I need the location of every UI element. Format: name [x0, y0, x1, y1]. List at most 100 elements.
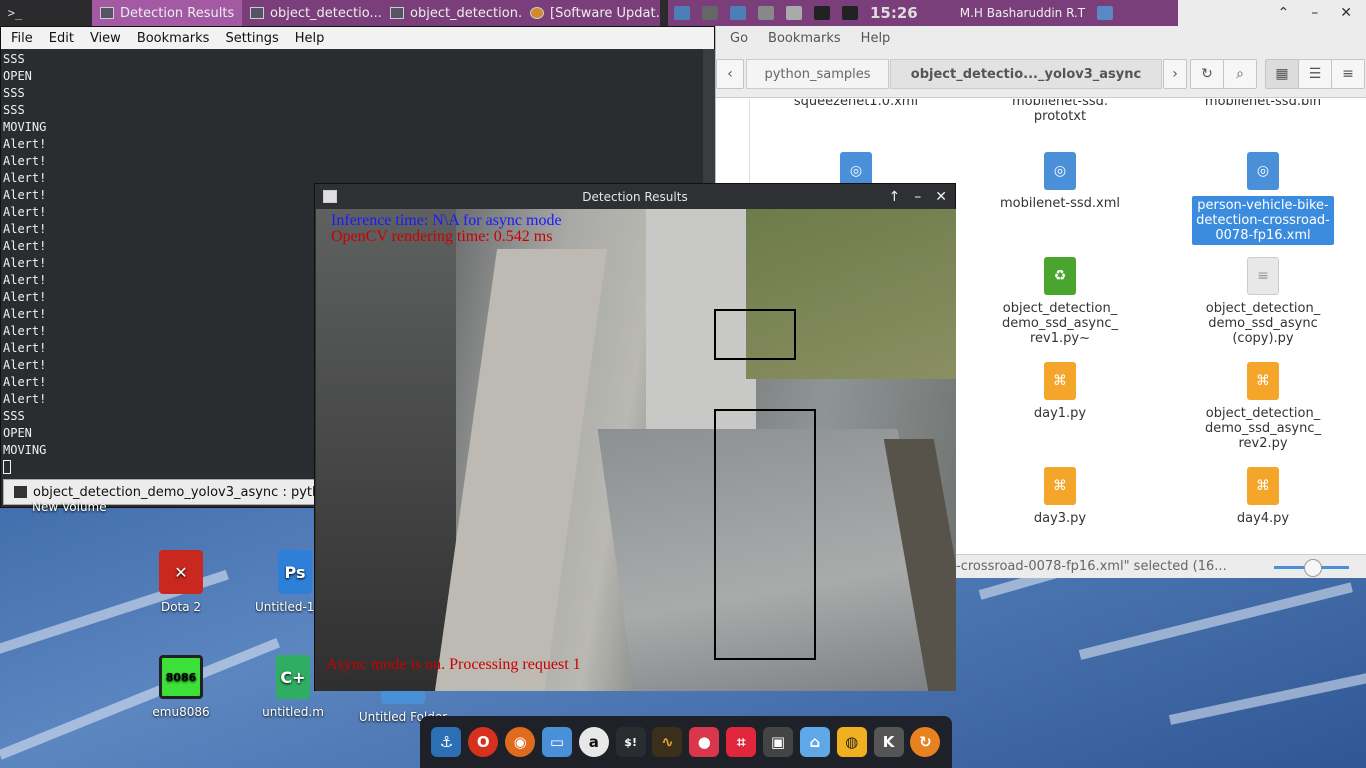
list-view-icon[interactable]: ☰ [1298, 59, 1332, 89]
task-object-detection-1[interactable]: object_detectio... [242, 0, 382, 26]
file-item[interactable]: ≡ object_detection_ demo_ssd_async (copy).… [1178, 257, 1348, 346]
detection-box [714, 409, 816, 660]
window-icon [323, 190, 337, 203]
task-object-detection-2[interactable]: object_detection... [382, 0, 522, 26]
user-menu-icon[interactable] [1097, 6, 1114, 20]
xml-file-icon: ◎ [1247, 152, 1279, 190]
photoshop-file-icon: Ps [278, 550, 312, 594]
terminal-tab-icon [14, 486, 27, 498]
system-monitor-icon[interactable]: ∿ [652, 727, 683, 757]
clock[interactable]: 15:26 [870, 4, 918, 22]
grid-view-icon[interactable]: ▦ [1265, 59, 1299, 89]
desktop-label-partial: New Volume [32, 500, 107, 514]
menu-edit[interactable]: Edit [49, 31, 74, 46]
files-icon[interactable]: ▭ [541, 727, 572, 757]
file-item[interactable]: squeezenet1.0.xml [771, 99, 941, 109]
recycle-file-icon: ♻ [1044, 257, 1076, 295]
display-icon[interactable]: ▣ [763, 727, 794, 757]
scene-left-wall [316, 209, 456, 691]
text-file-icon: ≡ [1247, 257, 1279, 295]
amazon-icon[interactable]: a [578, 727, 609, 757]
maximize-icon[interactable]: ⌃ [1278, 5, 1290, 21]
file-item[interactable]: ⌘ day3.py [975, 467, 1145, 526]
home-folder-icon[interactable]: ⌂ [799, 727, 830, 757]
task-software-updater[interactable]: [Software Updat... [522, 0, 660, 26]
anchor-icon[interactable]: ⚓ [431, 727, 462, 757]
file-item[interactable]: ♻ object_detection_ demo_ssd_async_ rev1.p… [975, 257, 1145, 346]
wifi-icon[interactable] [786, 6, 802, 20]
emu8086-icon: 8086 [159, 655, 203, 699]
menu-file[interactable]: File [11, 31, 33, 46]
desktop-icon-emu8086[interactable]: 8086 emu8086 [136, 655, 226, 719]
tab-object-detection[interactable]: object_detectio..._yolov3_async [890, 59, 1162, 89]
search-icon[interactable]: ⌕ [1223, 59, 1257, 89]
dota2-icon: ✕ [159, 550, 203, 594]
terminal-launcher-icon[interactable]: >_ [0, 0, 30, 26]
tab-python-samples[interactable]: python_samples [746, 59, 889, 89]
crop-icon[interactable]: ⌗ [726, 727, 757, 757]
menu-bookmarks[interactable]: Bookmarks [137, 31, 210, 46]
zoom-slider-handle[interactable] [1304, 559, 1322, 577]
network-icon[interactable] [730, 6, 746, 20]
async-mode-text: Async mode is on. Processing request 1 [326, 656, 581, 673]
close-icon[interactable]: ✕ [935, 189, 947, 205]
xml-file-icon: ◎ [1044, 152, 1076, 190]
file-item[interactable]: mobilenet-ssd. prototxt [975, 99, 1145, 124]
battery-icon[interactable] [758, 6, 774, 20]
cheese-icon[interactable]: ● [689, 727, 720, 757]
python-file-icon: ⌘ [1247, 362, 1279, 400]
terminal-icon [390, 7, 404, 19]
desktop-icon-dota2[interactable]: ✕ Dota 2 [136, 550, 226, 614]
file-item[interactable]: mobilenet-ssd.bin [1178, 99, 1348, 109]
minimize-icon[interactable]: – [914, 189, 921, 205]
status-text: -crossroad-0078-fp16.xml" selected (16..… [956, 559, 1227, 574]
audacious-icon[interactable]: ◍ [836, 727, 867, 757]
display-icon[interactable] [674, 6, 690, 20]
python-file-icon: ⌘ [1247, 467, 1279, 505]
terminal-menubar: File Edit View Bookmarks Settings Help [1, 27, 714, 49]
menu-icon[interactable]: ≡ [1331, 59, 1365, 89]
dock: ⚓ O ◉ ▭ a $! ∿ ● ⌗ ▣ ⌂ ◍ K ↻ [420, 716, 952, 768]
close-icon[interactable]: ✕ [1340, 5, 1352, 21]
maximize-icon[interactable]: ↑ [889, 189, 901, 205]
kdenlive-icon[interactable]: K [873, 727, 904, 757]
terminal-icon[interactable]: $! [615, 727, 646, 757]
opera-icon[interactable]: O [468, 727, 499, 757]
file-item[interactable]: ⌘ day4.py [1178, 467, 1348, 526]
file-item[interactable]: ⌘ day1.py [975, 362, 1145, 421]
volume-icon[interactable] [842, 6, 858, 20]
detection-results-window: Detection Results ↑ – ✕ Inference time: … [314, 183, 956, 691]
file-item[interactable]: ◎ mobilenet-ssd.xml [975, 152, 1145, 211]
fm-window-controls: ⌃ – ✕ [1178, 0, 1366, 26]
detection-titlebar[interactable]: Detection Results ↑ – ✕ [315, 184, 955, 209]
python-file-icon: ⌘ [1044, 467, 1076, 505]
rendering-time-text: OpenCV rendering time: 0.542 ms [331, 228, 553, 245]
menu-view[interactable]: View [90, 31, 121, 46]
menu-help[interactable]: Help [861, 31, 891, 46]
reload-icon[interactable]: ↻ [1190, 59, 1224, 89]
fm-toolbar: ‹ python_samples object_detectio..._yolo… [716, 50, 1366, 98]
fm-menubar: Go Bookmarks Help [716, 26, 1366, 50]
user-name[interactable]: M.H Basharuddin R.T [960, 6, 1085, 20]
forward-button[interactable]: › [1163, 59, 1187, 89]
menu-go[interactable]: Go [730, 31, 748, 46]
menu-help[interactable]: Help [295, 31, 325, 46]
update-icon[interactable]: ↻ [910, 727, 941, 757]
menu-bookmarks[interactable]: Bookmarks [768, 31, 841, 46]
bluetooth-icon[interactable] [702, 6, 718, 20]
terminal-line: Alert! [3, 137, 47, 151]
terminal-cursor [3, 460, 11, 474]
window-title: Detection Results [582, 189, 688, 204]
menu-settings[interactable]: Settings [225, 31, 278, 46]
file-item[interactable]: ⌘ object_detection_ demo_ssd_async_ rev2.p… [1178, 362, 1348, 451]
back-button[interactable]: ‹ [716, 59, 744, 89]
task-detection-results[interactable]: Detection Results [92, 0, 242, 26]
terminal-line: SSS [3, 86, 25, 100]
updater-icon [530, 7, 544, 19]
terminal-line: SSS [3, 103, 25, 117]
notification-icon[interactable] [814, 6, 830, 20]
terminal-line: MOVING [3, 120, 47, 134]
file-item-selected[interactable]: ◎ person-vehicle-bike-detection-crossroa… [1178, 152, 1348, 245]
firefox-icon[interactable]: ◉ [505, 727, 536, 757]
minimize-icon[interactable]: – [1311, 5, 1318, 21]
